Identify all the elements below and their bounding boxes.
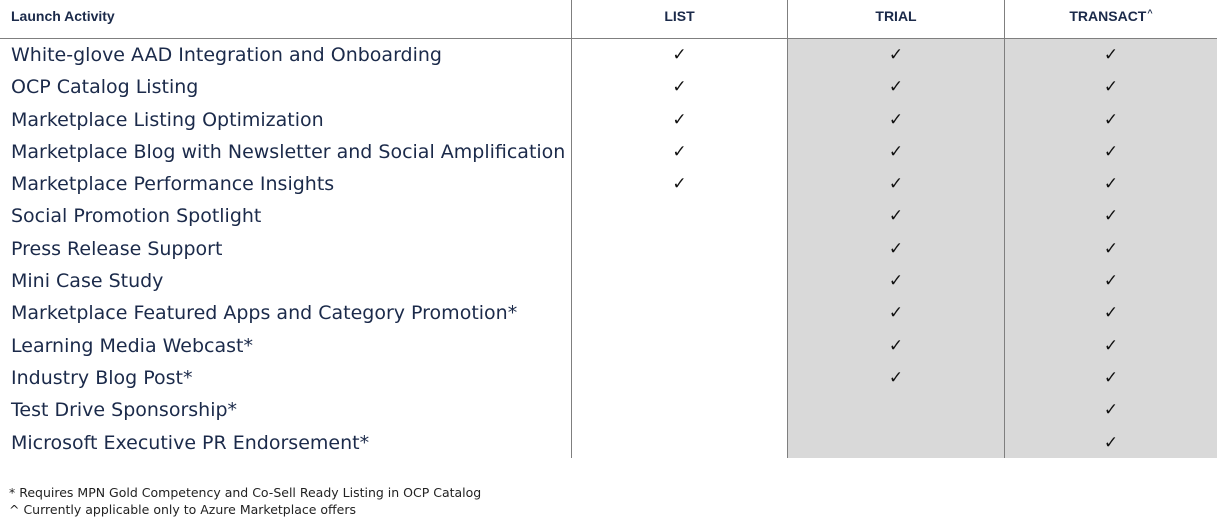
table-row: Social Promotion Spotlight ✓ ✓ <box>0 200 1217 232</box>
checkmark-icon: ✓ <box>1103 271 1119 292</box>
table-header-row: Launch Activity LIST TRIAL TRANSACT^ <box>0 0 1217 39</box>
table-row: Mini Case Study ✓ ✓ <box>0 265 1217 297</box>
header-trial: TRIAL <box>875 8 917 24</box>
activity-label: Learning Media Webcast* <box>11 334 253 357</box>
header-transact-marker: ^ <box>1147 8 1153 18</box>
header-list: LIST <box>664 8 695 24</box>
footnote: ^ Currently applicable only to Azure Mar… <box>9 502 356 517</box>
checkmark-icon: ✓ <box>1103 174 1119 195</box>
table-row: White-glove AAD Integration and Onboardi… <box>0 39 1217 71</box>
table-row: Marketplace Performance Insights ✓ ✓ ✓ <box>0 168 1217 200</box>
header-transact-label: TRANSACT <box>1069 8 1147 24</box>
checkmark-icon: ✓ <box>888 77 904 98</box>
checkmark-icon: ✓ <box>672 174 687 195</box>
checkmark-icon: ✓ <box>1103 400 1119 421</box>
activity-label: Industry Blog Post* <box>11 366 193 389</box>
checkmark-icon: ✓ <box>1103 238 1119 259</box>
launch-activity-table: Launch Activity LIST TRIAL TRANSACT^ Whi… <box>0 0 1217 458</box>
checkmark-icon: ✓ <box>888 303 904 324</box>
checkmark-icon: ✓ <box>1103 432 1119 453</box>
activity-label: Test Drive Sponsorship* <box>11 399 238 422</box>
table-row: OCP Catalog Listing ✓ ✓ ✓ <box>0 71 1217 103</box>
activity-label: Microsoft Executive PR Endorsement* <box>11 431 370 454</box>
checkmark-icon: ✓ <box>672 77 687 98</box>
checkmark-icon: ✓ <box>672 109 687 130</box>
table-row: Press Release Support ✓ ✓ <box>0 233 1217 265</box>
checkmark-icon: ✓ <box>888 367 904 388</box>
table-row: Marketplace Featured Apps and Category P… <box>0 297 1217 329</box>
activity-label: Marketplace Featured Apps and Category P… <box>11 302 518 325</box>
header-launch-activity: Launch Activity <box>11 8 115 24</box>
activity-label: White-glove AAD Integration and Onboardi… <box>11 44 442 66</box>
table-body: White-glove AAD Integration and Onboardi… <box>0 39 1217 459</box>
checkmark-icon: ✓ <box>888 45 904 65</box>
table-row: Marketplace Listing Optimization ✓ ✓ ✓ <box>0 104 1217 136</box>
footnotes: * Requires MPN Gold Competency and Co-Se… <box>9 484 481 518</box>
checkmark-icon: ✓ <box>1103 367 1119 388</box>
checkmark-icon: ✓ <box>888 335 904 356</box>
activity-label: Marketplace Performance Insights <box>11 173 335 196</box>
checkmark-icon: ✓ <box>1103 77 1119 98</box>
checkmark-icon: ✓ <box>672 141 687 162</box>
checkmark-icon: ✓ <box>888 238 904 259</box>
checkmark-icon: ✓ <box>1103 141 1119 162</box>
table-row: Learning Media Webcast* ✓ ✓ <box>0 330 1217 362</box>
checkmark-icon: ✓ <box>888 271 904 292</box>
checkmark-icon: ✓ <box>1103 109 1119 130</box>
checkmark-icon: ✓ <box>888 141 904 162</box>
activity-label: Marketplace Listing Optimization <box>11 108 324 131</box>
activity-label: OCP Catalog Listing <box>11 76 199 99</box>
activity-label: Mini Case Study <box>11 270 164 293</box>
checkmark-icon: ✓ <box>1103 206 1119 227</box>
activity-label: Social Promotion Spotlight <box>11 205 262 228</box>
checkmark-icon: ✓ <box>672 45 687 65</box>
checkmark-icon: ✓ <box>888 174 904 195</box>
activity-label: Press Release Support <box>11 237 223 260</box>
checkmark-icon: ✓ <box>888 206 904 227</box>
table-row: Industry Blog Post* ✓ ✓ <box>0 362 1217 394</box>
checkmark-icon: ✓ <box>1103 335 1119 356</box>
table-row: Microsoft Executive PR Endorsement* ✓ <box>0 427 1217 459</box>
table-row: Test Drive Sponsorship* ✓ <box>0 394 1217 426</box>
checkmark-icon: ✓ <box>888 109 904 130</box>
table-row: Marketplace Blog with Newsletter and Soc… <box>0 136 1217 168</box>
checkmark-icon: ✓ <box>1103 303 1119 324</box>
header-transact: TRANSACT^ <box>1005 0 1217 38</box>
footnote: * Requires MPN Gold Competency and Co-Se… <box>9 485 482 500</box>
activity-label: Marketplace Blog with Newsletter and Soc… <box>11 140 566 163</box>
checkmark-icon: ✓ <box>1103 45 1119 65</box>
